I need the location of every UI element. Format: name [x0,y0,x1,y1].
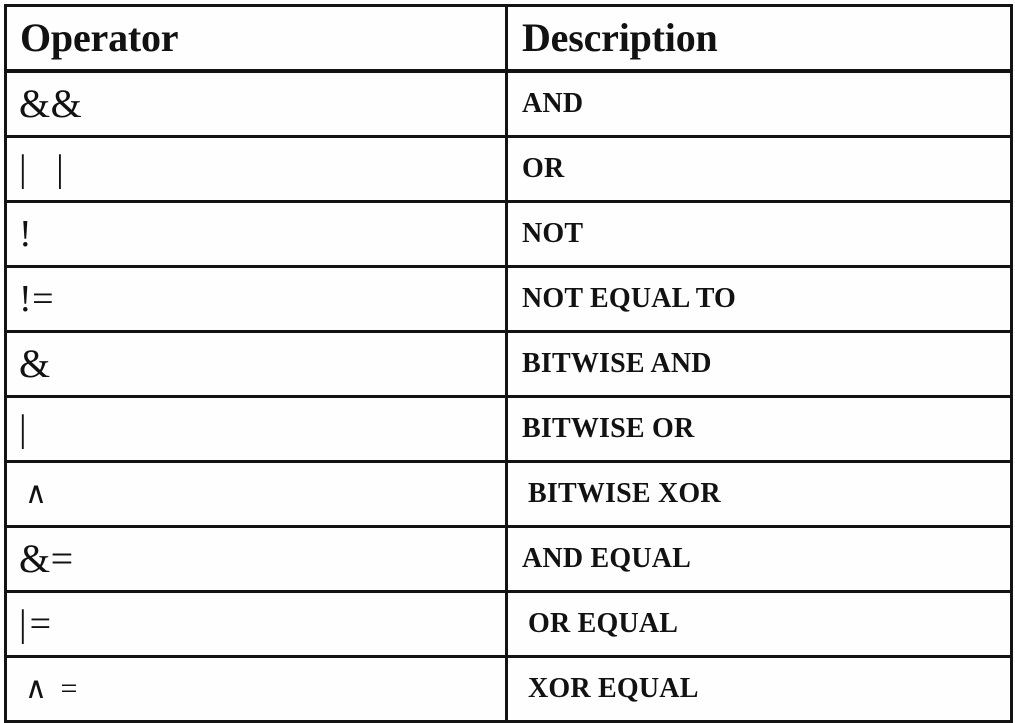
operator-symbol: & [19,341,51,386]
column-header-description: Description [505,4,1013,73]
operator-symbol: && [19,81,83,126]
table-row: ∧ = XOR EQUAL [4,655,1013,723]
operator-symbol: ∧ [25,477,50,510]
operator-description: NOT EQUAL TO [522,283,737,314]
cell-operator: | | [4,135,508,203]
operator-description: BITWISE XOR [528,478,721,509]
table-row: ∧ BITWISE XOR [4,460,1013,528]
cell-operator: | [4,395,508,463]
table-row: ! NOT [4,200,1013,268]
table-row: && AND [4,69,1013,138]
table-row: | BITWISE OR [4,395,1013,463]
cell-operator: ∧ = [4,655,508,723]
cell-operator: ! [4,200,508,268]
cell-description: NOT [505,200,1013,268]
cell-description: BITWISE XOR [505,460,1013,528]
column-header-operator-label: Operator [20,15,179,60]
operator-description: BITWISE AND [522,348,712,379]
table-head: Operator Description [4,4,1013,73]
cell-operator: &= [4,525,508,593]
cell-description: AND EQUAL [505,525,1013,593]
operator-symbol: ∧ = [25,672,81,705]
operator-description: BITWISE OR [522,413,695,444]
operator-reference-table: Operator Description && AND | | OR ! NOT… [4,4,1013,723]
column-header-description-label: Description [522,15,718,60]
operator-reference-table-container: Operator Description && AND | | OR ! NOT… [0,4,1015,723]
table-row: |= OR EQUAL [4,590,1013,658]
operator-symbol: ! [19,213,33,255]
operator-description: OR [522,153,565,184]
cell-operator: ∧ [4,460,508,528]
operator-symbol: |= [19,603,55,645]
table-row: & BITWISE AND [4,330,1013,398]
cell-description: NOT EQUAL TO [505,265,1013,333]
operator-description: NOT [522,218,584,249]
operator-symbol: &= [19,536,74,581]
table-body: && AND | | OR ! NOT != NOT EQUAL TO & BI… [4,69,1013,723]
cell-description: XOR EQUAL [505,655,1013,723]
table-row: != NOT EQUAL TO [4,265,1013,333]
cell-description: BITWISE OR [505,395,1013,463]
operator-symbol: != [19,278,55,320]
operator-symbol: | | [19,148,74,190]
cell-description: BITWISE AND [505,330,1013,398]
cell-operator: && [4,69,508,138]
operator-description: XOR EQUAL [528,673,699,704]
table-row: | | OR [4,135,1013,203]
operator-description: OR EQUAL [528,608,679,639]
operator-symbol: | [19,408,28,450]
cell-operator: & [4,330,508,398]
cell-description: OR EQUAL [505,590,1013,658]
table-row: &= AND EQUAL [4,525,1013,593]
table-header-row: Operator Description [4,4,1013,73]
operator-description: AND EQUAL [522,543,692,574]
cell-operator: != [4,265,508,333]
cell-operator: |= [4,590,508,658]
operator-description: AND [522,88,584,119]
cell-description: AND [505,69,1013,138]
cell-description: OR [505,135,1013,203]
column-header-operator: Operator [4,4,508,73]
